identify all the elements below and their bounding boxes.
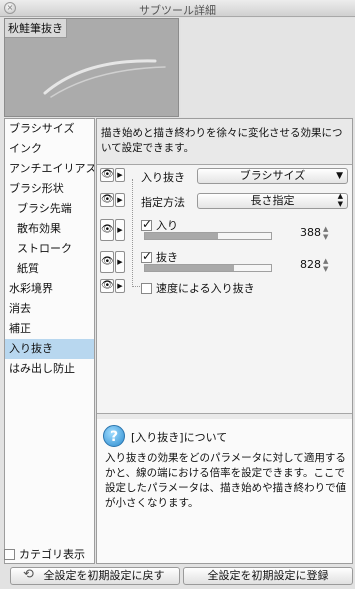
category-description: 描き始めと描き終わりを徐々に変化させる効果について設定できます。 (101, 127, 343, 154)
nuki-toggle[interactable]: 抜き (141, 249, 178, 265)
method-dropdown[interactable]: 長さ指定 ▲ ▼ (197, 192, 348, 209)
triangle-right-icon[interactable]: ▶ (115, 219, 125, 241)
register-all-label: 全設定を初期設定に登録 (207, 569, 329, 582)
eye-icon[interactable]: 👁 (100, 279, 114, 293)
triangle-right-icon[interactable]: ▶ (115, 168, 125, 182)
reset-all-button[interactable]: ⟲ 全設定を初期設定に戻す (10, 567, 180, 585)
tree-line (132, 286, 140, 287)
category-list[interactable]: ブラシサイズ インク アンチエイリアス ブラシ形状 ブラシ先端 散布効果 ストローク 紙質 水彩… (4, 118, 95, 564)
iri-spinner-icon[interactable]: ▲ ▼ (323, 225, 328, 241)
triangle-right-icon[interactable]: ▶ (115, 251, 125, 273)
category-item[interactable]: アンチエイリアス (5, 159, 94, 179)
iri-nuki-value: ブラシサイズ (239, 169, 306, 182)
title-bar: × サブツール詳細 (0, 0, 355, 17)
speed-label: 速度による入り抜き (156, 282, 255, 295)
category-item[interactable]: はみ出し防止 (5, 359, 94, 379)
eye-icon[interactable]: 👁 (100, 168, 114, 182)
tree-line (132, 179, 133, 287)
preview-brush-name: 秋鮭筆抜き (5, 19, 67, 38)
nuki-checkbox[interactable] (141, 249, 152, 263)
category-item[interactable]: ブラシサイズ (5, 119, 94, 139)
iri-slider[interactable] (144, 232, 272, 240)
iri-checkbox[interactable] (141, 217, 152, 231)
brush-preview: 秋鮭筆抜き (4, 18, 179, 117)
nuki-spinner-icon[interactable]: ▲ ▼ (323, 257, 328, 273)
iri-value[interactable]: 388 (283, 226, 321, 239)
reset-icon: ⟲ (23, 567, 34, 582)
settings-area: 👁 ▶ 入り抜き ブラシサイズ ▼ 👁 ▶ 指定方法 長さ指定 ▲▼ 👁 ▶ (97, 164, 352, 414)
category-item[interactable]: インク (5, 139, 94, 159)
category-item[interactable]: 入り抜き (5, 339, 94, 359)
updown-arrows-icon: ▲ ▼ (337, 192, 343, 208)
iri-nuki-dropdown[interactable]: ブラシサイズ ▼ (197, 168, 348, 184)
chevron-down-icon: ▼ (336, 171, 343, 181)
category-item[interactable]: 消去 (5, 299, 94, 319)
nuki-value[interactable]: 828 (283, 258, 321, 271)
category-display-toggle[interactable]: カテゴリ表示 (4, 546, 85, 562)
help-title: [入り抜き]について (131, 431, 228, 444)
settings-panel: 描き始めと描き終わりを徐々に変化させる効果について設定できます。 👁 ▶ 入り抜… (96, 118, 353, 564)
category-item[interactable]: ストローク (5, 239, 94, 259)
method-value: 長さ指定 (250, 194, 295, 207)
nuki-slider-fill (145, 265, 235, 271)
category-item[interactable]: 補正 (5, 319, 94, 339)
help-body: 入り抜きの効果をどのパラメータに対して適用するかと、線の端における倍率を設定でき… (105, 452, 347, 509)
register-all-button[interactable]: 全設定を初期設定に登録 (183, 567, 353, 585)
iri-label: 入り (156, 219, 178, 232)
iri-toggle[interactable]: 入り (141, 217, 178, 233)
iri-slider-fill (145, 233, 219, 239)
triangle-right-icon[interactable]: ▶ (115, 193, 125, 207)
eye-icon[interactable]: 👁 (100, 251, 114, 273)
category-item[interactable]: 水彩境界 (5, 279, 94, 299)
window-title: サブツール詳細 (139, 4, 216, 17)
category-display-checkbox[interactable] (4, 548, 15, 560)
eye-icon[interactable]: 👁 (100, 193, 114, 207)
triangle-right-icon[interactable]: ▶ (115, 279, 125, 293)
category-item[interactable]: 紙質 (5, 259, 94, 279)
nuki-label: 抜き (156, 251, 178, 264)
speed-checkbox[interactable] (141, 282, 152, 294)
question-icon: ? (103, 425, 125, 447)
speed-toggle[interactable]: 速度による入り抜き (141, 280, 255, 296)
iri-nuki-label: 入り抜き (141, 171, 185, 184)
preview-side-area (181, 18, 355, 117)
category-item[interactable]: ブラシ形状 (5, 179, 94, 199)
help-box: ? [入り抜き]について 入り抜きの効果をどのパラメータに対して適用するかと、線… (97, 419, 352, 563)
method-label: 指定方法 (141, 196, 185, 209)
reset-all-label: 全設定を初期設定に戻す (43, 569, 165, 582)
category-item[interactable]: 散布効果 (5, 219, 94, 239)
eye-icon[interactable]: 👁 (100, 219, 114, 241)
category-display-label: カテゴリ表示 (19, 548, 85, 561)
nuki-slider[interactable] (144, 264, 272, 272)
category-item[interactable]: ブラシ先端 (5, 199, 94, 219)
